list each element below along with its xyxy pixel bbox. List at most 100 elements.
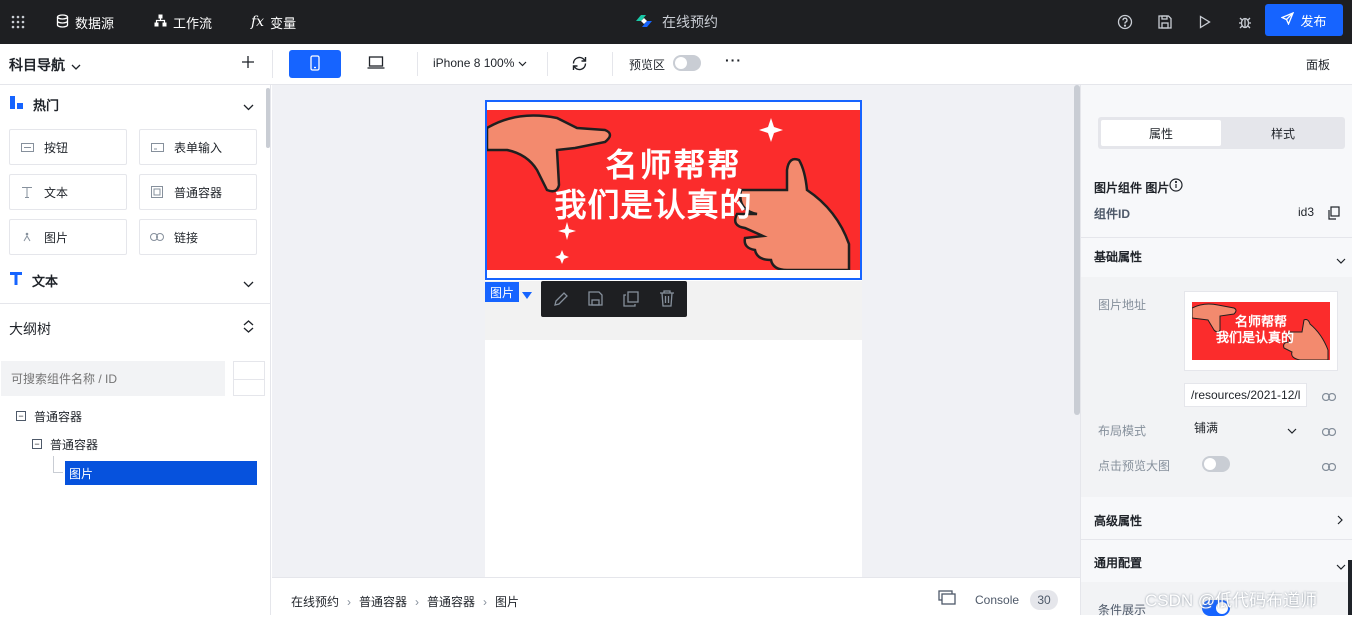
more-options-button[interactable]: ···: [725, 52, 742, 68]
component-search-input[interactable]: [1, 361, 225, 396]
tree-node[interactable]: − 普通容器: [16, 405, 82, 427]
text-section-title: 文本: [32, 273, 59, 289]
basic-props-title[interactable]: 基础属性: [1094, 248, 1142, 265]
play-icon[interactable]: [1195, 12, 1215, 32]
send-icon: [1280, 11, 1295, 28]
preview-toggle[interactable]: [673, 55, 701, 71]
chevron-down-icon: [518, 56, 527, 70]
input-icon: [150, 140, 164, 154]
divider: [612, 52, 613, 76]
workflow-menu[interactable]: 工作流: [154, 0, 212, 44]
right-scrollbar[interactable]: [1348, 560, 1352, 615]
copy-icon[interactable]: [1328, 206, 1340, 223]
banner-line2: 我们是认真的: [554, 187, 753, 223]
tree-node-selected[interactable]: 图片: [65, 461, 257, 485]
breadcrumb-item[interactable]: 图片: [495, 593, 519, 610]
advanced-props-title[interactable]: 高级属性: [1094, 512, 1142, 529]
tab-style[interactable]: 样式: [1223, 120, 1343, 146]
chevron-down-icon[interactable]: [243, 99, 255, 111]
component-id-label: 组件ID: [1094, 207, 1131, 221]
save-icon[interactable]: [1155, 12, 1175, 32]
add-icon[interactable]: [242, 56, 254, 68]
apps-grid-icon[interactable]: [8, 12, 28, 32]
help-icon[interactable]: [1115, 12, 1135, 32]
chevron-down-icon[interactable]: [1336, 252, 1348, 264]
component-form-input[interactable]: 表单输入: [139, 129, 257, 165]
search-stepper[interactable]: [233, 361, 265, 396]
container-icon: [150, 185, 164, 199]
app-title: 在线预约: [662, 14, 718, 30]
collapse-box-icon[interactable]: −: [16, 411, 26, 421]
chevron-down-icon[interactable]: [243, 276, 255, 288]
tree-node[interactable]: − 普通容器: [32, 433, 98, 455]
selected-component-tag[interactable]: 图片: [485, 282, 519, 302]
variables-menu[interactable]: fx 变量: [251, 0, 296, 44]
chevron-down-icon: [71, 57, 81, 73]
chevron-right-icon: ›: [415, 594, 420, 609]
collapse-icon[interactable]: [243, 320, 255, 333]
tree-connector: [53, 456, 63, 473]
component-label: 表单输入: [174, 140, 223, 155]
general-config-title[interactable]: 通用配置: [1094, 554, 1142, 571]
link-icon[interactable]: [1321, 424, 1337, 438]
left-scrollbar[interactable]: [266, 88, 270, 148]
chevron-right-icon: ›: [347, 594, 352, 609]
link-icon[interactable]: [1321, 389, 1337, 403]
image-url-label: 图片地址: [1098, 298, 1147, 312]
component-label: 链接: [174, 230, 199, 245]
hot-section-header[interactable]: 热门: [10, 93, 59, 115]
laptop-icon: [367, 56, 385, 72]
edit-icon[interactable]: [553, 291, 569, 310]
debug-icon[interactable]: [1235, 12, 1255, 32]
link-icon[interactable]: [1321, 459, 1337, 473]
text-section-icon: [10, 272, 22, 288]
phone-screen: 名师帮帮 我们是认真的 图片: [485, 100, 862, 577]
console-icon[interactable]: [938, 590, 956, 608]
layout-mode-select[interactable]: 铺满: [1184, 415, 1307, 439]
image-url-input[interactable]: /resources/2021-12/l: [1184, 383, 1307, 407]
divider: [0, 303, 271, 304]
info-icon[interactable]: [1169, 178, 1183, 195]
datasource-menu[interactable]: 数据源: [56, 0, 114, 44]
design-canvas: 名师帮帮 我们是认真的 图片: [272, 85, 1080, 577]
mobile-view-button[interactable]: [289, 50, 341, 78]
tab-properties[interactable]: 属性: [1101, 120, 1221, 146]
delete-icon[interactable]: [659, 290, 675, 310]
component-text[interactable]: 文本: [9, 174, 127, 210]
selected-image-frame[interactable]: 名师帮帮 我们是认真的: [485, 100, 862, 280]
device-select[interactable]: iPhone 8 100%: [433, 56, 527, 70]
breadcrumb-item[interactable]: 在线预约: [291, 593, 339, 610]
component-button[interactable]: 按钮: [9, 129, 127, 165]
banner-line1: 名师帮帮: [605, 147, 742, 183]
breadcrumb-item[interactable]: 普通容器: [359, 593, 407, 610]
nav-selector[interactable]: 科目导航: [9, 55, 81, 75]
chevron-right-icon[interactable]: [1337, 513, 1349, 525]
image-preview-thumb[interactable]: 名师帮帮 我们是认真的: [1184, 291, 1338, 371]
refresh-icon[interactable]: [571, 55, 589, 73]
publish-button[interactable]: 发布: [1265, 4, 1343, 36]
collapse-box-icon[interactable]: −: [32, 439, 42, 449]
component-container[interactable]: 普通容器: [139, 174, 257, 210]
tree-node-label: 普通容器: [50, 437, 99, 452]
thumb-line1: 名师帮帮: [1234, 314, 1287, 329]
panel-button[interactable]: 面板: [1306, 56, 1330, 73]
component-link[interactable]: 链接: [139, 219, 257, 255]
component-image[interactable]: 图片: [9, 219, 127, 255]
text-section-header[interactable]: 文本: [10, 269, 58, 291]
desktop-view-button[interactable]: [356, 50, 396, 78]
image-icon: [20, 230, 34, 244]
hot-icon: [10, 96, 23, 112]
console-button[interactable]: Console: [975, 593, 1019, 607]
chevron-down-icon: [1287, 423, 1297, 437]
thumb-image: 名师帮帮 我们是认真的: [1192, 302, 1330, 360]
csdn-watermark: CSDN @低代码布道师: [1145, 591, 1318, 610]
workflow-label: 工作流: [173, 15, 213, 31]
chevron-down-icon[interactable]: [1336, 558, 1348, 570]
caret-down-icon[interactable]: [522, 287, 534, 299]
breadcrumb-item[interactable]: 普通容器: [427, 593, 475, 610]
copy-icon[interactable]: [623, 291, 639, 310]
preview-image-toggle[interactable]: [1202, 456, 1230, 472]
button-icon: [20, 140, 34, 154]
save-icon[interactable]: [588, 291, 603, 309]
divider: [547, 52, 548, 76]
